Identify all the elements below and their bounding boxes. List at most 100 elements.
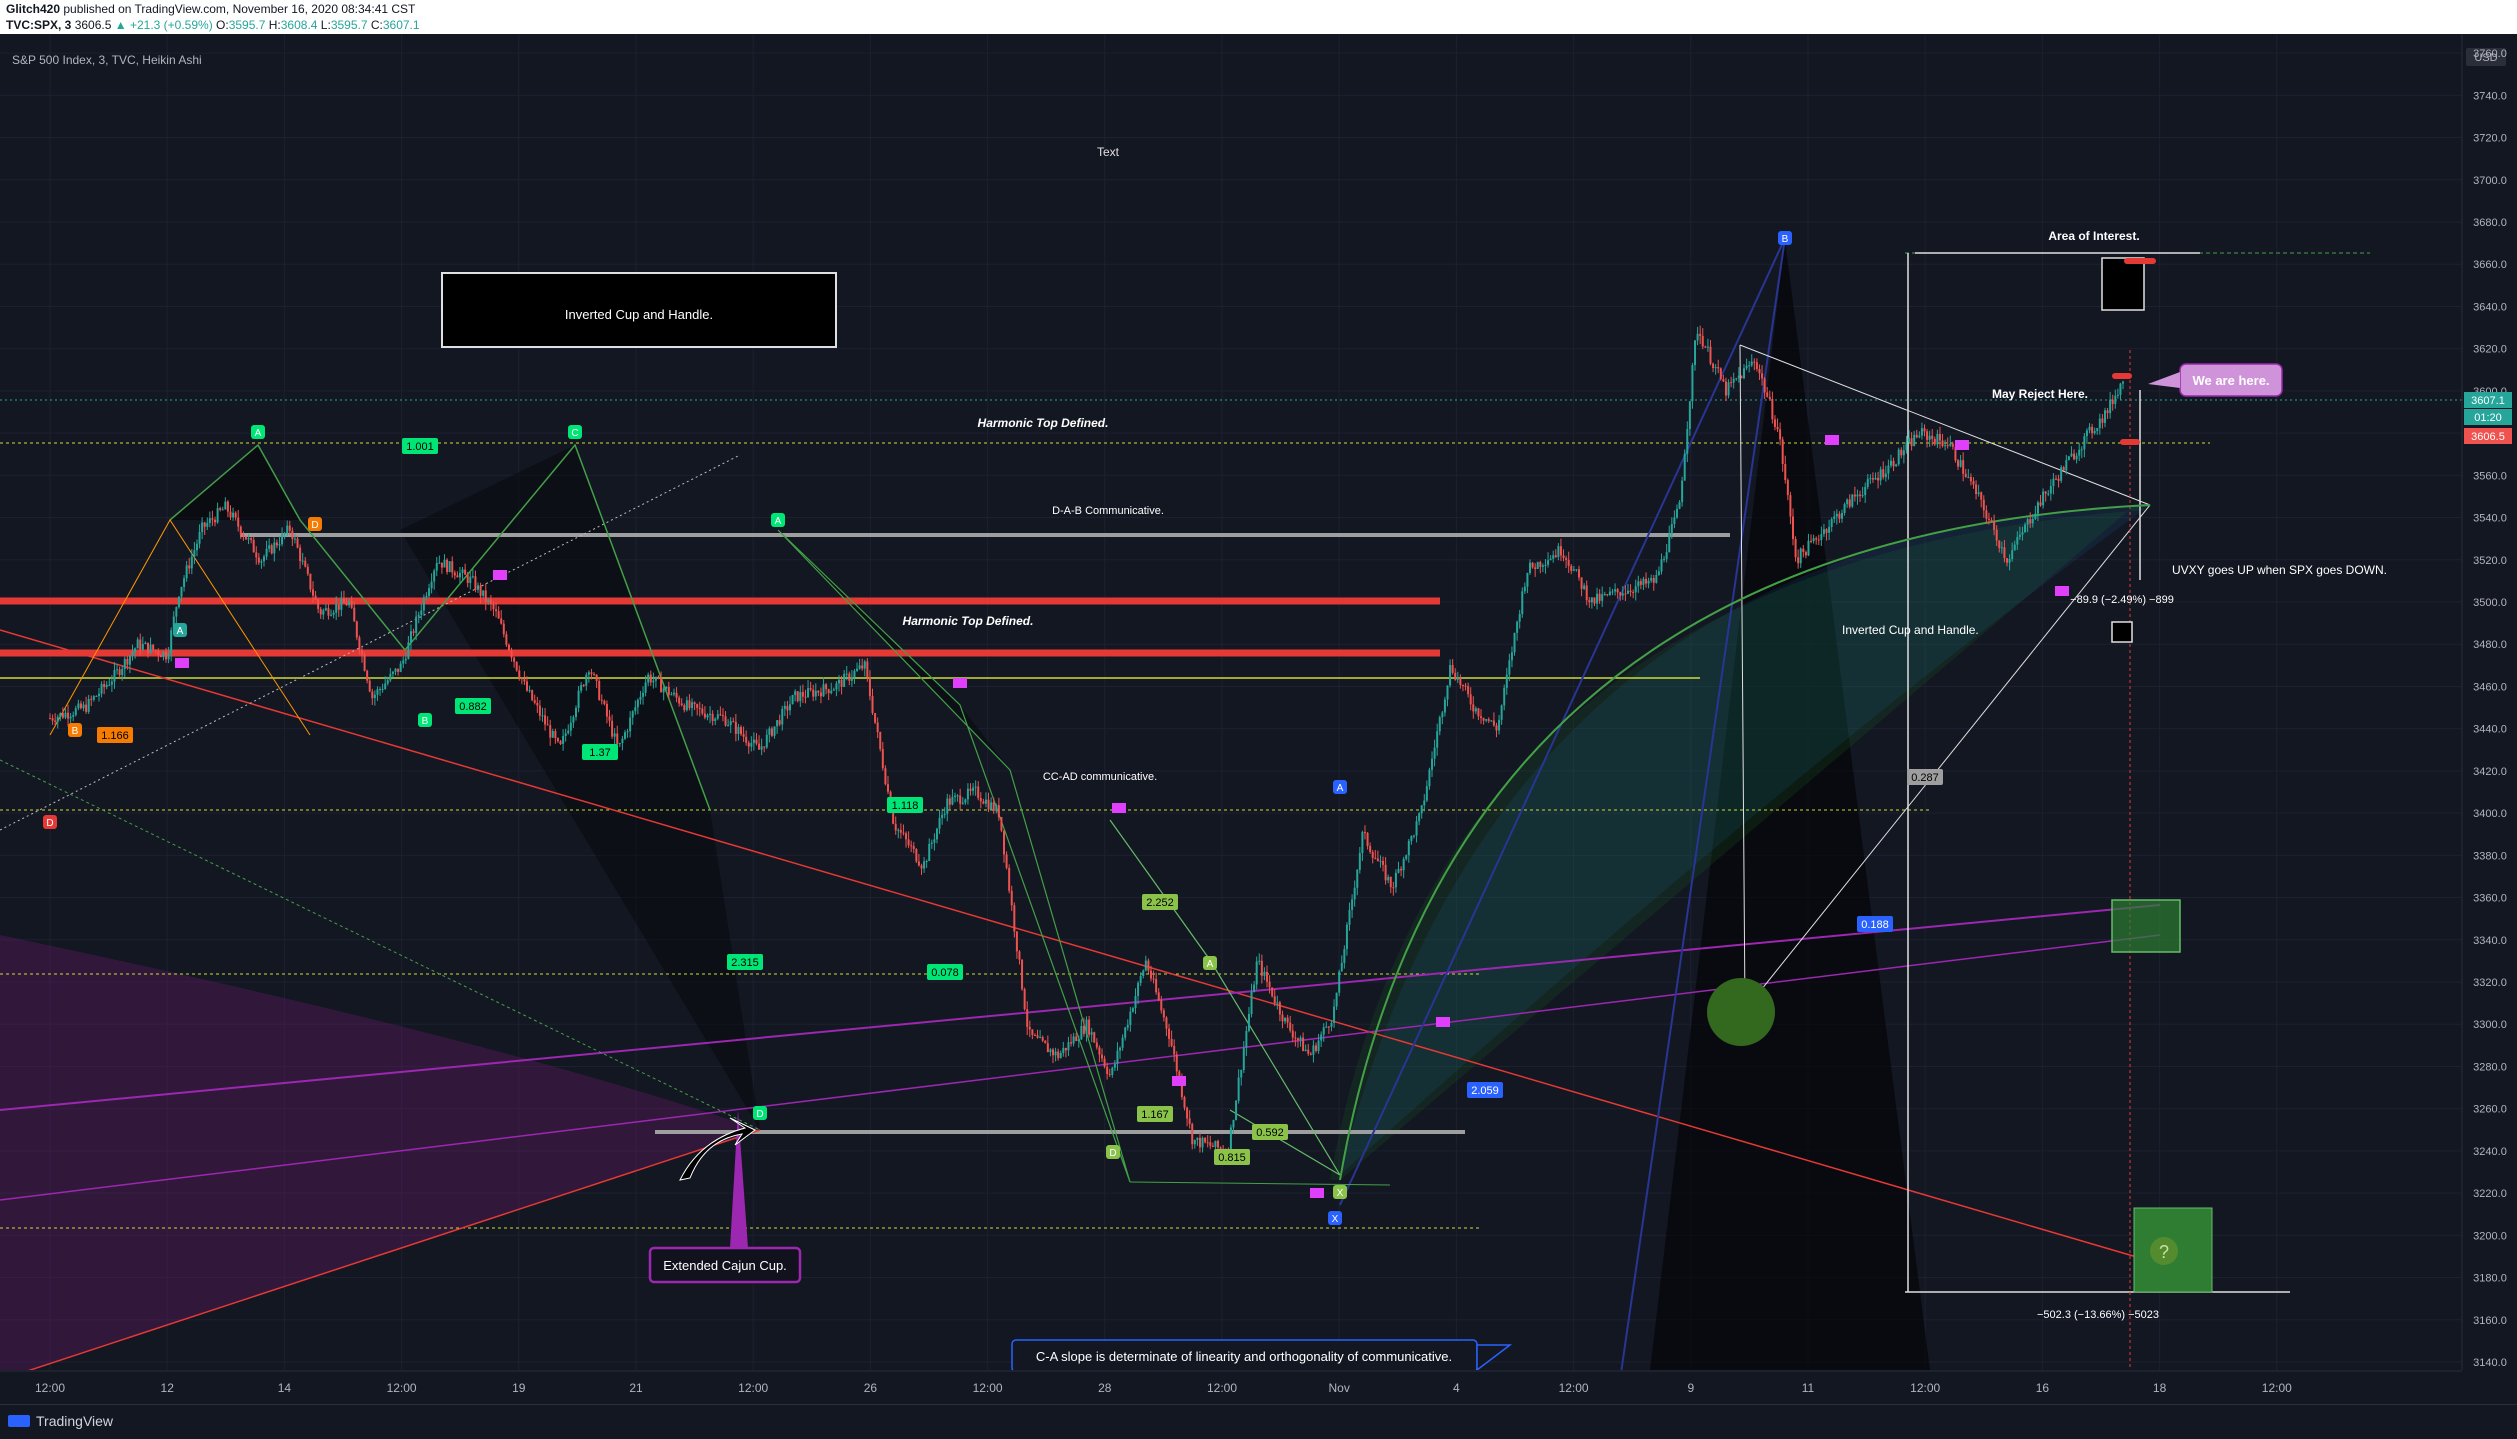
author-name[interactable]: Glitch420 xyxy=(6,2,60,16)
fib-tag-label: 0.592 xyxy=(1256,1127,1284,1139)
candle-body xyxy=(1420,805,1423,814)
candle-body xyxy=(933,839,936,843)
candle-body xyxy=(848,673,851,681)
candle-body xyxy=(1467,686,1470,695)
candle-body xyxy=(647,674,650,683)
candle-body xyxy=(1443,699,1446,713)
candle-body xyxy=(990,802,993,810)
candle-body xyxy=(680,703,683,706)
candle-body xyxy=(1817,539,1820,541)
candle-body xyxy=(425,595,428,598)
candle-body xyxy=(1093,1032,1096,1043)
candle-body xyxy=(1454,672,1457,680)
low-label: L: xyxy=(320,18,331,32)
candle-body xyxy=(1957,460,1960,467)
candle-body xyxy=(948,798,951,805)
candle-body xyxy=(1211,1145,1214,1148)
candle-body xyxy=(79,703,82,709)
candle-body xyxy=(1258,960,1261,962)
candle-body xyxy=(853,670,856,678)
candle-body xyxy=(1606,594,1609,596)
candle-body xyxy=(2034,513,2037,519)
candle-body xyxy=(1245,1030,1248,1048)
candle-body xyxy=(827,689,830,694)
countdown-value: 01:20 xyxy=(2474,412,2502,424)
time-axis[interactable]: 12:00 12 14 12:00 19 21 12:00 26 12:00 28 12:00 Nov… xyxy=(0,1370,2517,1404)
time-tick-label: 12:00 xyxy=(2262,1381,2292,1395)
fib-tag-label: 1.37 xyxy=(589,747,610,759)
candle-body xyxy=(593,673,596,675)
chart-canvas[interactable]: ? 1.001 1.166 0.882 1.37 1.118 2.315 0.078 2.25… xyxy=(0,34,2517,1404)
candle-body xyxy=(278,544,281,546)
candle-body xyxy=(74,708,77,716)
candle-body xyxy=(322,610,325,615)
candle-body xyxy=(2016,536,2019,545)
candle-body xyxy=(1456,677,1459,680)
price-tick-label: 3700.0 xyxy=(2473,175,2507,187)
candle-body xyxy=(1209,1142,1212,1146)
candle-body xyxy=(541,715,544,717)
ca-slope-label: C-A slope is determinate of linearity an… xyxy=(1036,1349,1452,1364)
fib-tag-label: 0.815 xyxy=(1218,1152,1246,1164)
candle-body xyxy=(247,538,250,540)
tradingview-logo[interactable]: TradingView xyxy=(8,1413,113,1429)
candle-body xyxy=(546,724,549,726)
candle-body xyxy=(332,612,335,615)
candle-body xyxy=(1926,431,1929,440)
candle-body xyxy=(108,684,111,686)
candle-body xyxy=(1155,979,1158,993)
candle-body xyxy=(2078,449,2081,456)
candle-body xyxy=(1701,335,1704,347)
candle-body xyxy=(2003,547,2006,559)
time-tick-label: 9 xyxy=(1687,1381,1694,1395)
candle-body xyxy=(879,732,882,750)
candle-body xyxy=(2075,455,2078,460)
header-line-2: TVC:SPX, 3 3606.5 ▲ +21.3 (+0.59%) O:359… xyxy=(6,18,420,33)
candle-body xyxy=(471,576,474,578)
inverted-cup-label-2: Inverted Cup and Handle. xyxy=(1842,623,1979,637)
time-tick-label: 12:00 xyxy=(1207,1381,1237,1395)
candle-body xyxy=(683,705,686,711)
candle-body xyxy=(1284,1017,1287,1022)
candle-body xyxy=(296,538,299,548)
candle-body xyxy=(1281,1014,1284,1022)
candle-body xyxy=(672,692,675,695)
candle-body xyxy=(1874,477,1877,480)
candle-body xyxy=(1892,460,1895,467)
candle-body xyxy=(1374,857,1377,859)
price-tick-label: 3720.0 xyxy=(2473,133,2507,145)
candle-body xyxy=(1351,899,1354,910)
candle-body xyxy=(554,730,557,739)
price-axis[interactable]: USD 3140.03160.03180.03200.03220.03240.0… xyxy=(2461,34,2517,1370)
candle-body xyxy=(1129,1011,1132,1025)
fib-tag-label: 1.001 xyxy=(406,441,434,453)
candle-body xyxy=(2039,502,2042,506)
candle-body xyxy=(745,736,748,743)
candle-body xyxy=(1637,581,1640,587)
candle-body xyxy=(1565,558,1568,560)
candle-body xyxy=(2091,426,2094,434)
candle-body xyxy=(293,538,296,540)
candle-body xyxy=(1100,1054,1103,1059)
candle-body xyxy=(51,718,54,721)
candle-body xyxy=(1286,1017,1289,1023)
candle-body xyxy=(752,739,755,744)
candle-body xyxy=(1498,719,1501,731)
candle-body xyxy=(1273,996,1276,1003)
candle-body xyxy=(1895,464,1898,467)
candle-body xyxy=(185,565,188,579)
candle-body xyxy=(770,728,773,736)
candle-body xyxy=(1941,440,1944,446)
candle-body xyxy=(502,623,505,635)
flag-marker xyxy=(2055,586,2069,596)
candle-body xyxy=(257,557,260,563)
candle-body xyxy=(1665,552,1668,559)
candle-body xyxy=(608,716,611,721)
candle-body xyxy=(693,702,696,705)
candle-body xyxy=(1773,419,1776,427)
point-label: X xyxy=(1337,1188,1344,1199)
candle-body xyxy=(1495,725,1498,731)
candle-body xyxy=(562,735,565,744)
candle-body xyxy=(144,642,147,644)
candle-body xyxy=(1088,1019,1091,1035)
